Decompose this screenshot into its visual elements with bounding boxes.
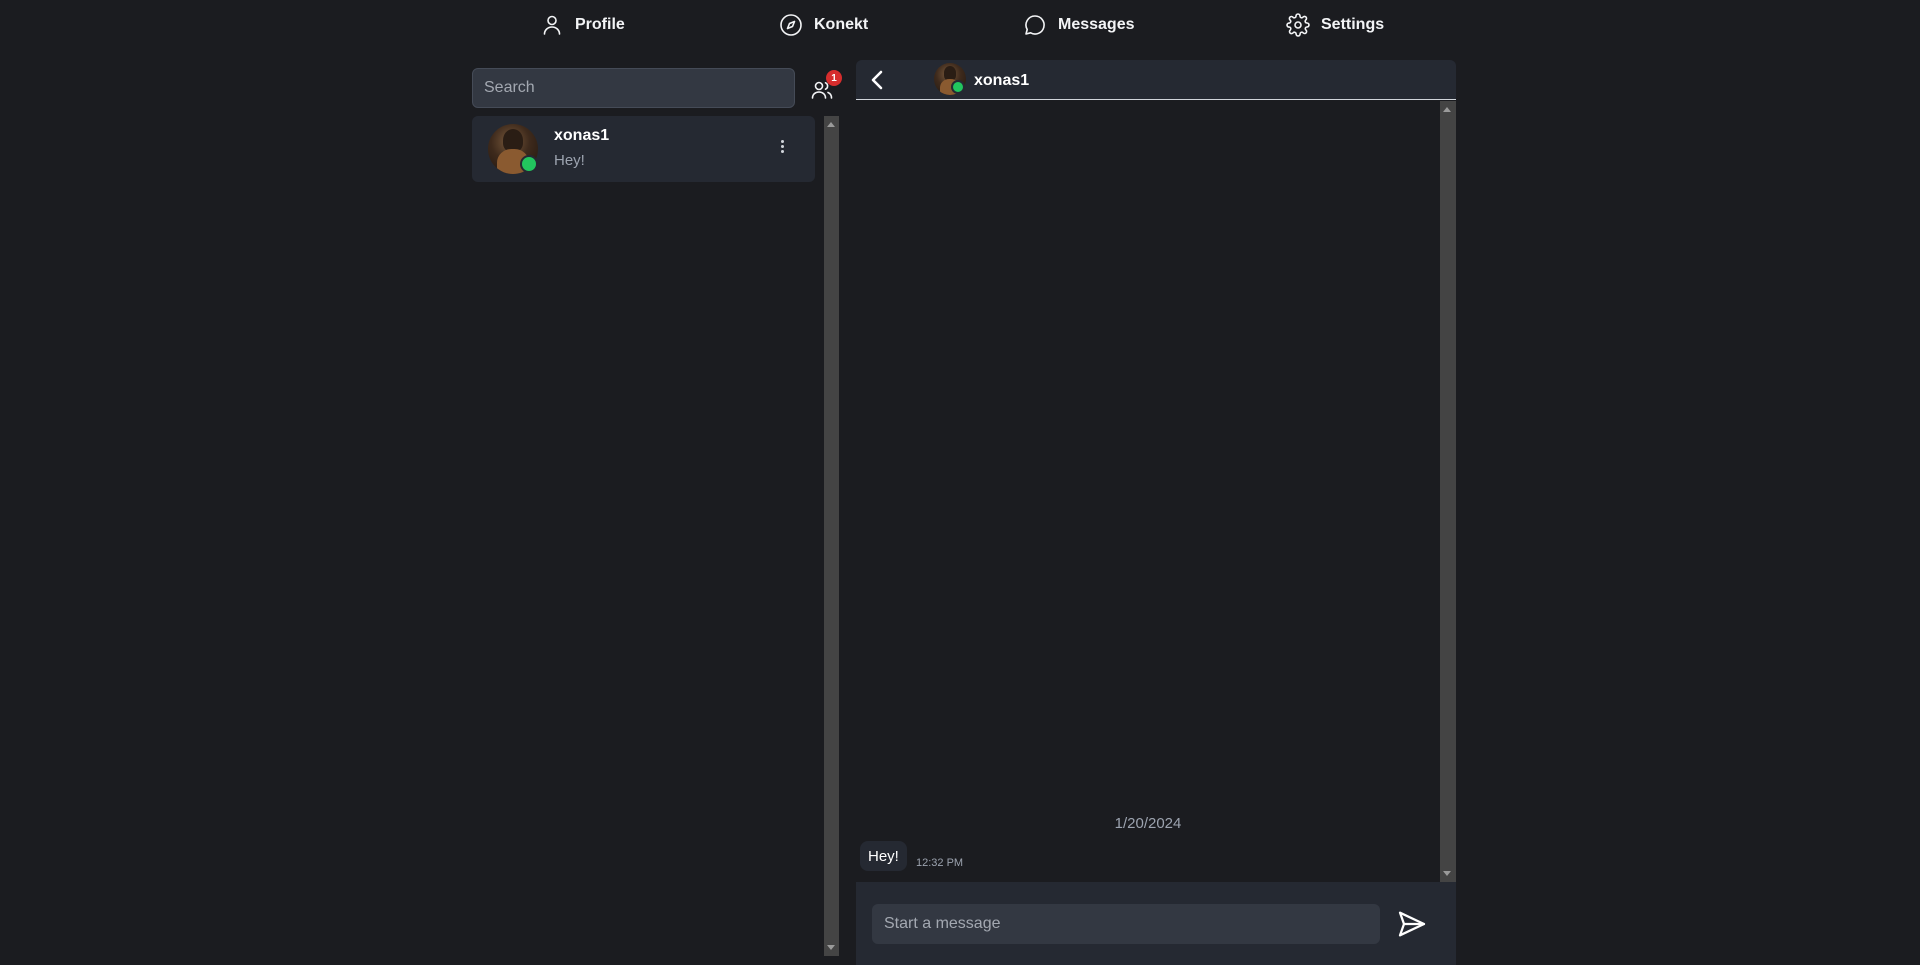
chat-panel: xonas1 1/20/2024 Hey! 12:32 PM xyxy=(856,60,1456,965)
contact-name: xonas1 xyxy=(974,72,1030,89)
compass-icon xyxy=(780,14,802,36)
send-icon[interactable] xyxy=(1396,908,1428,940)
nav-profile[interactable]: Profile xyxy=(540,12,625,38)
conversation-list: xonas1 Hey! xyxy=(472,116,815,956)
message-thread-scrollbar[interactable] xyxy=(1440,101,1456,882)
message-input[interactable] xyxy=(872,904,1380,944)
friend-requests-button[interactable]: 1 xyxy=(808,70,844,102)
nav-messages-label: Messages xyxy=(1058,16,1135,33)
chat-bubble-icon xyxy=(1025,15,1045,35)
nav-settings-label: Settings xyxy=(1321,16,1385,33)
user-icon xyxy=(543,15,561,35)
message-composer xyxy=(856,882,1456,965)
scroll-down-arrow-icon[interactable] xyxy=(827,945,835,950)
nav-konekt-label: Konekt xyxy=(814,16,869,33)
online-status-indicator xyxy=(520,155,538,173)
conversation-name: xonas1 xyxy=(554,127,610,144)
chevron-left-icon[interactable] xyxy=(866,68,890,92)
scroll-down-arrow-icon[interactable] xyxy=(1443,871,1451,876)
nav-settings[interactable]: Settings xyxy=(1286,12,1384,38)
top-navigation: Profile Konekt Messages Settings xyxy=(0,0,1920,48)
message-thread: 1/20/2024 Hey! 12:32 PM xyxy=(856,101,1440,882)
scroll-up-arrow-icon[interactable] xyxy=(1443,107,1451,112)
nav-messages[interactable]: Messages xyxy=(1023,12,1135,38)
conversation-preview: Hey! xyxy=(554,152,585,169)
conversation-item[interactable]: xonas1 Hey! xyxy=(472,116,815,182)
online-status-indicator xyxy=(951,80,965,94)
search-input[interactable] xyxy=(472,68,795,108)
scroll-up-arrow-icon[interactable] xyxy=(827,122,835,127)
chat-header: xonas1 xyxy=(856,60,1456,100)
more-options-icon[interactable] xyxy=(775,138,789,160)
nav-profile-label: Profile xyxy=(575,16,625,33)
gear-icon xyxy=(1286,13,1310,37)
message-timestamp: 12:32 PM xyxy=(916,857,964,869)
nav-konekt[interactable]: Konekt xyxy=(779,12,868,38)
message-bubble: Hey! xyxy=(860,841,907,871)
conversation-list-scrollbar[interactable] xyxy=(824,116,839,956)
notification-badge: 1 xyxy=(826,70,842,86)
date-separator: 1/20/2024 xyxy=(1114,815,1182,832)
